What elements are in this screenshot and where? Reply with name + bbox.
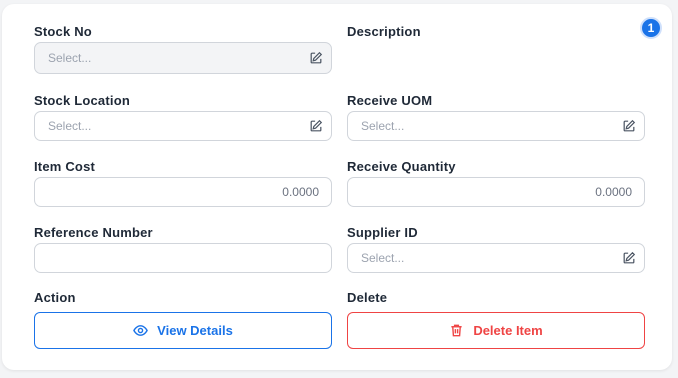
stock-no-label: Stock No bbox=[34, 24, 92, 39]
reference-number-label: Reference Number bbox=[34, 225, 153, 240]
view-details-button[interactable]: View Details bbox=[34, 312, 332, 349]
stock-no-select[interactable]: Select... bbox=[34, 42, 332, 74]
receive-quantity-input[interactable]: 0.0000 bbox=[347, 177, 645, 207]
supplier-id-label: Supplier ID bbox=[347, 225, 418, 240]
supplier-id-placeholder: Select... bbox=[361, 251, 405, 265]
description-label: Description bbox=[347, 24, 421, 39]
stock-no-placeholder: Select... bbox=[48, 51, 92, 65]
action-label: Action bbox=[34, 290, 76, 305]
item-index-badge: 1 bbox=[640, 17, 662, 39]
receive-uom-placeholder: Select... bbox=[361, 119, 405, 133]
edit-icon[interactable] bbox=[309, 119, 323, 133]
item-cost-label: Item Cost bbox=[34, 159, 96, 174]
receive-quantity-label: Receive Quantity bbox=[347, 159, 456, 174]
stock-location-select[interactable]: Select... bbox=[34, 111, 332, 141]
reference-number-input[interactable] bbox=[34, 243, 332, 273]
item-cost-value: 0.0000 bbox=[282, 185, 319, 199]
receive-uom-label: Receive UOM bbox=[347, 93, 433, 108]
edit-icon[interactable] bbox=[309, 51, 323, 65]
supplier-id-select[interactable]: Select... bbox=[347, 243, 645, 273]
trash-icon bbox=[451, 324, 462, 337]
eye-icon bbox=[133, 325, 149, 336]
delete-label: Delete bbox=[347, 290, 388, 305]
stock-location-placeholder: Select... bbox=[48, 119, 92, 133]
stock-location-label: Stock Location bbox=[34, 93, 130, 108]
receive-quantity-value: 0.0000 bbox=[595, 185, 632, 199]
edit-icon[interactable] bbox=[622, 251, 636, 265]
delete-item-button[interactable]: Delete Item bbox=[347, 312, 645, 349]
view-details-label: View Details bbox=[157, 323, 233, 338]
item-cost-input[interactable]: 0.0000 bbox=[34, 177, 332, 207]
edit-icon[interactable] bbox=[622, 119, 636, 133]
delete-item-label: Delete Item bbox=[473, 323, 543, 338]
receive-uom-select[interactable]: Select... bbox=[347, 111, 645, 141]
